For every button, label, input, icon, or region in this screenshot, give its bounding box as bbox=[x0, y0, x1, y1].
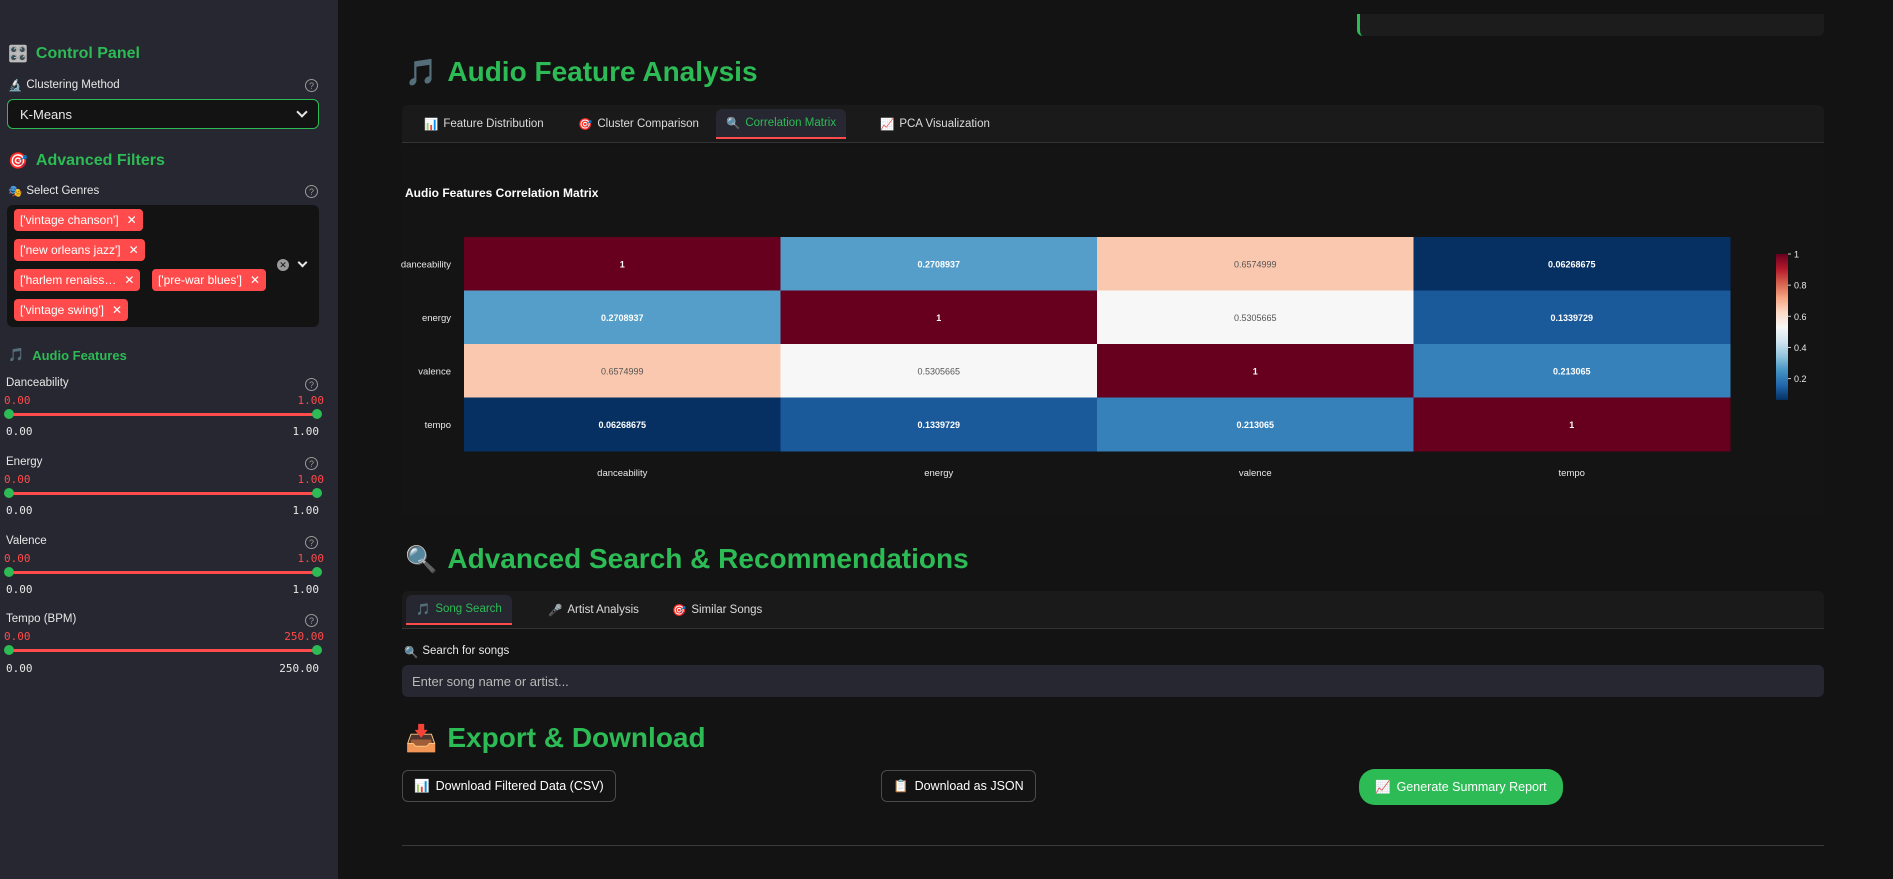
search-field-label: 🔍 Search for songs bbox=[404, 645, 509, 659]
x-tick-label: valence bbox=[1239, 468, 1272, 479]
correlation-heatmap[interactable]: 1 0.2708937 0.6574999 0.06268675 0.2708937 1 0… bbox=[0, 0, 1893, 879]
music-note-icon: 🎵 bbox=[416, 604, 431, 616]
tab-artist-analysis[interactable]: 🎤 Artist Analysis bbox=[538, 595, 649, 625]
download-csv-button[interactable]: 📊 Download Filtered Data (CSV) bbox=[402, 770, 616, 802]
tab-song-search[interactable]: 🎵 Song Search bbox=[406, 595, 512, 625]
clipboard-icon: 📋 bbox=[893, 778, 909, 793]
heatmap-cell-label: 1 bbox=[620, 259, 625, 269]
colorbar-tick-label: 0.6 bbox=[1794, 312, 1807, 322]
magnifier-icon: 🔍 bbox=[405, 543, 438, 574]
inbox-tray-icon: 📥 bbox=[405, 722, 438, 753]
search-field-text: Search for songs bbox=[422, 645, 510, 657]
heatmap-cell-label: 1 bbox=[1569, 420, 1574, 430]
chart-increasing-icon: 📈 bbox=[1375, 779, 1391, 794]
tab-label: Similar Songs bbox=[691, 604, 763, 616]
heatmap-cell-label: 0.213065 bbox=[1553, 366, 1591, 376]
search-tabs: 🎵 Song Search 🎤 Artist Analysis 🎯 Similar S… bbox=[402, 591, 1824, 629]
heatmap-cell-label: 0.6574999 bbox=[1234, 259, 1277, 269]
bar-chart-icon: 📊 bbox=[414, 778, 430, 793]
export-title: Export & Download bbox=[447, 722, 706, 753]
tab-label: Song Search bbox=[435, 603, 502, 615]
colorbar-tick-label: 0.8 bbox=[1794, 281, 1807, 291]
generate-report-button[interactable]: 📈 Generate Summary Report bbox=[1359, 769, 1563, 805]
heatmap-cell-label: 0.213065 bbox=[1236, 420, 1274, 430]
y-tick-label: tempo bbox=[425, 420, 451, 431]
heatmap-cell-label: 0.06268675 bbox=[598, 420, 646, 430]
heatmap-cell-label: 1 bbox=[1253, 366, 1258, 376]
generate-report-label: Generate Summary Report bbox=[1396, 780, 1547, 794]
colorbar-tick-label: 1 bbox=[1794, 250, 1799, 260]
x-tick-label: energy bbox=[924, 468, 953, 479]
download-csv-label: Download Filtered Data (CSV) bbox=[435, 779, 604, 793]
export-heading: 📥 Export & Download bbox=[405, 722, 706, 754]
heatmap-cell-label: 0.1339729 bbox=[917, 420, 960, 430]
download-json-button[interactable]: 📋 Download as JSON bbox=[881, 770, 1036, 802]
heatmap-cell-label: 0.6574999 bbox=[601, 366, 644, 376]
heatmap-cell-label: 0.5305665 bbox=[917, 366, 960, 376]
tab-similar-songs[interactable]: 🎯 Similar Songs bbox=[662, 595, 772, 625]
heatmap-cell-label: 1 bbox=[936, 313, 941, 323]
heatmap-cell-label: 0.1339729 bbox=[1550, 313, 1593, 323]
divider bbox=[402, 845, 1824, 846]
microphone-icon: 🎤 bbox=[548, 605, 563, 617]
song-search-input[interactable]: Enter song name or artist... bbox=[402, 665, 1824, 697]
target-icon: 🎯 bbox=[672, 605, 687, 617]
tab-label: Artist Analysis bbox=[567, 604, 639, 616]
heatmap-cell-label: 0.2708937 bbox=[917, 259, 960, 269]
heatmap-cell-label: 0.2708937 bbox=[601, 313, 644, 323]
search-placeholder: Enter song name or artist... bbox=[412, 673, 569, 689]
y-tick-label: energy bbox=[422, 313, 451, 324]
advanced-search-heading: 🔍 Advanced Search & Recommendations bbox=[405, 543, 969, 575]
x-tick-label: tempo bbox=[1559, 468, 1585, 479]
y-tick-label: danceability bbox=[401, 259, 451, 270]
colorbar bbox=[1776, 254, 1788, 400]
x-tick-label: danceability bbox=[597, 468, 647, 479]
heatmap-cell-label: 0.5305665 bbox=[1234, 313, 1277, 323]
magnifier-icon: 🔍 bbox=[404, 647, 419, 659]
colorbar-tick-label: 0.4 bbox=[1794, 343, 1807, 353]
colorbar-tick-label: 0.2 bbox=[1794, 374, 1807, 384]
y-tick-label: valence bbox=[418, 366, 451, 377]
heatmap-cell-label: 0.06268675 bbox=[1548, 259, 1596, 269]
download-json-label: Download as JSON bbox=[914, 779, 1024, 793]
advanced-search-title: Advanced Search & Recommendations bbox=[447, 543, 969, 574]
